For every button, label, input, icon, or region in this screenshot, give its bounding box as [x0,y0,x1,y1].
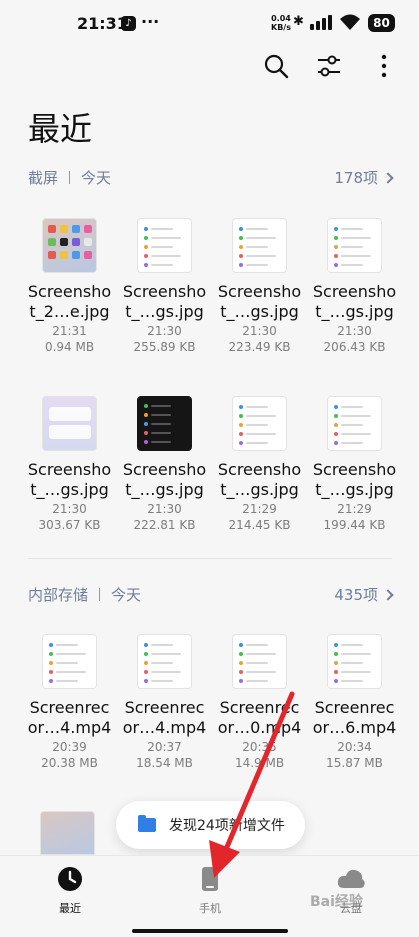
more-notifications-icon: ··· [141,12,160,31]
file-time: 21:30 [52,502,87,516]
tiktok-notification-icon: ♪ [121,16,136,31]
file-time: 21:30 [147,502,182,516]
file-name: Screensho t_…gs.jpg [122,460,207,499]
search-icon[interactable] [262,52,290,80]
more-vertical-icon[interactable] [370,52,398,80]
file-thumbnail[interactable] [137,634,192,689]
nav-phone[interactable]: 手机 [170,866,250,916]
file-time: 21:30 [337,324,372,338]
section-day: 今天 [81,169,112,187]
bluetooth-icon: ✱ [293,14,304,29]
wifi-icon [340,14,360,30]
file-name: Screensho t_…gs.jpg [312,282,397,321]
file-tile[interactable]: Screensho t_…gs.jpg 21:30 206.43 KB [307,218,402,355]
file-name: Screensho t_2…e.jpg [27,282,112,321]
nav-recent[interactable]: 最近 [30,866,110,916]
clock-icon [58,867,82,891]
file-tile[interactable]: Screensho t_…gs.jpg 21:30 223.49 KB [212,218,307,355]
file-size: 0.94 MB [44,340,95,354]
file-time: 21:29 [242,502,277,516]
file-time: 21:29 [337,502,372,516]
file-tile[interactable]: Screensho t_…gs.jpg 21:29 199.44 KB [307,396,402,533]
file-size: 18.54 MB [136,756,193,770]
section-header-screenshots: 截屏 今天 178项 [28,165,394,189]
file-size: 303.67 KB [38,518,101,532]
file-thumbnail[interactable] [327,634,382,689]
section-source[interactable]: 内部存储 [28,586,88,604]
section-count-link[interactable]: 435项 [334,584,394,605]
file-thumbnail[interactable] [232,396,287,451]
file-time: 20:37 [147,740,182,754]
section-day: 今天 [111,586,142,604]
phone-icon [202,867,218,891]
file-thumbnail[interactable] [137,218,192,273]
file-time: 21:30 [147,324,182,338]
file-size: 255.89 KB [133,340,196,354]
file-tile[interactable]: Screensho t_…gs.jpg 21:29 214.45 KB [212,396,307,533]
file-thumbnail[interactable] [327,218,382,273]
file-time: 20:35 [242,740,277,754]
file-name: Screensho t_…gs.jpg [217,282,302,321]
file-tile[interactable]: Screensho t_…gs.jpg 21:30 255.89 KB [117,218,212,355]
file-name: Screenrec or…4.mp4 [122,698,207,737]
file-thumbnail[interactable] [232,634,287,689]
file-size: 223.49 KB [228,340,291,354]
watermark-logo: Bai经验 [310,894,363,910]
file-size: 222.81 KB [133,518,196,532]
file-name: Screenrec or…6.mp4 [312,698,397,737]
file-time: 20:34 [337,740,372,754]
signal-icon [310,14,332,30]
file-size: 20.38 MB [41,756,98,770]
file-thumbnail[interactable] [42,634,97,689]
file-tile[interactable]: Screensho t_…gs.jpg 21:30 303.67 KB [22,396,117,533]
file-grid-internal-storage: Screenrec or…4.mp4 20:39 20.38 MB Screenrec o… [22,634,402,771]
file-tile[interactable]: Screenrec or…0.mp4 20:35 14.9 MB [212,634,307,771]
file-tile[interactable]: Screensho t_…gs.jpg 21:30 222.81 KB [117,396,212,533]
sliders-icon[interactable] [315,52,343,80]
file-tile[interactable]: Screensho t_2…e.jpg 21:31 0.94 MB [22,218,117,355]
toast-text: 发现24项新增文件 [169,818,285,834]
file-thumbnail[interactable] [42,396,97,451]
file-time: 20:39 [52,740,87,754]
battery-indicator: 80 [368,14,395,32]
file-tile[interactable]: Screenrec or…4.mp4 20:37 18.54 MB [117,634,212,771]
page-title: 最近 [28,110,93,148]
file-size: 199.44 KB [323,518,386,532]
file-thumbnail[interactable] [232,218,287,273]
file-grid-screenshots: Screensho t_2…e.jpg 21:31 0.94 MB Screensho t… [22,218,402,533]
chevron-right-icon [382,172,394,184]
file-name: Screensho t_…gs.jpg [217,460,302,499]
file-name: Screensho t_…gs.jpg [122,282,207,321]
file-time: 21:31 [52,324,87,338]
section-header-internal-storage: 内部存储 今天 435项 [28,582,394,606]
cloud-icon [337,869,365,888]
file-thumbnail[interactable] [137,396,192,451]
new-files-toast[interactable]: 发现24项新增文件 [116,801,305,849]
file-size: 14.9 MB [234,756,285,770]
file-tile[interactable]: Screenrec or…4.mp4 20:39 20.38 MB [22,634,117,771]
section-divider [28,558,392,559]
chevron-right-icon [382,589,394,601]
folder-icon [138,815,156,832]
file-size: 206.43 KB [323,340,386,354]
section-source[interactable]: 截屏 [28,169,58,187]
file-name: Screenrec or…4.mp4 [27,698,112,737]
file-tile[interactable]: Screenrec or…6.mp4 20:34 15.87 MB [307,634,402,771]
file-thumbnail[interactable] [40,811,95,855]
file-name: Screensho t_…gs.jpg [312,460,397,499]
home-indicator[interactable] [132,929,288,933]
section-count-link[interactable]: 178项 [334,167,394,188]
network-speed: 0.04 KB/s [271,14,291,32]
status-bar: 21:31 ♪ ··· 0.04 KB/s ✱ 80 [0,0,419,48]
file-size: 214.45 KB [228,518,291,532]
file-size: 15.87 MB [326,756,383,770]
file-name: Screenrec or…0.mp4 [217,698,302,737]
file-thumbnail[interactable] [42,218,97,273]
file-time: 21:30 [242,324,277,338]
file-thumbnail[interactable] [327,396,382,451]
file-name: Screensho t_…gs.jpg [27,460,112,499]
